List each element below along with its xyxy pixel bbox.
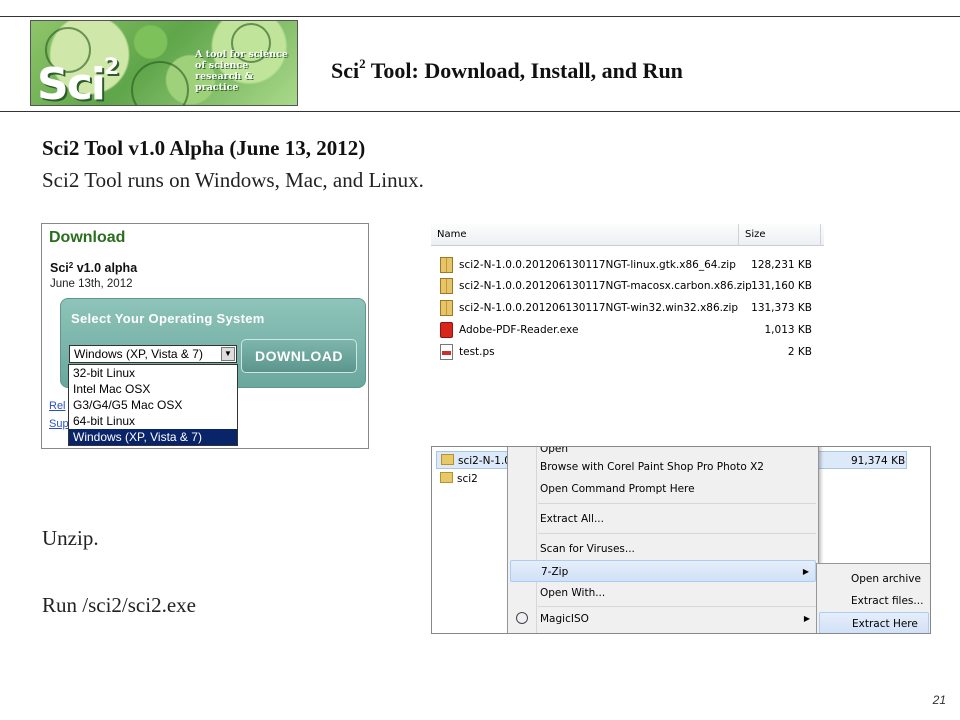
file-row[interactable]: sci2-N-1.0.0.201206130117NGT-linux.gtk.x…: [431, 254, 824, 276]
os-select-value: Windows (XP, Vista & 7): [74, 347, 203, 361]
os-option[interactable]: G3/G4/G5 Mac OSX: [69, 397, 237, 413]
download-panel: Download Sci2 v1.0 alpha June 13th, 2012…: [41, 223, 369, 449]
submenu-arrow-icon: ▶: [802, 567, 809, 576]
menu-item-scan-viruses[interactable]: Scan for Viruses...: [540, 538, 816, 560]
download-button[interactable]: DOWNLOAD: [241, 339, 357, 373]
context-menu-screenshot: sci2-N-1.0 sci2 91,374 KB Open Browse wi…: [431, 446, 931, 634]
sci2-logo: Sci2 A tool for science of science resea…: [30, 20, 298, 106]
menu-item-browse-corel[interactable]: Browse with Corel Paint Shop Pro Photo X…: [540, 456, 816, 478]
context-menu: Open Browse with Corel Paint Shop Pro Ph…: [507, 447, 819, 633]
file-size: 1,013 KB: [764, 324, 813, 336]
menu-separator: [538, 606, 816, 607]
column-header-size[interactable]: Size: [739, 224, 821, 246]
file-name: sci2-N-1.0.0.201206130117NGT-win32.win32…: [459, 302, 739, 314]
menu-item-7zip[interactable]: 7-Zip ▶: [510, 560, 816, 582]
os-option-selected[interactable]: Windows (XP, Vista & 7): [69, 429, 237, 445]
step-run-text: Run /sci2/sci2.exe: [42, 593, 196, 617]
release-date: June 13th, 2012: [50, 278, 133, 290]
folder-icon: [440, 472, 453, 483]
file-name: Adobe-PDF-Reader.exe: [459, 324, 579, 336]
os-option[interactable]: Intel Mac OSX: [69, 381, 237, 397]
zip-icon: [440, 257, 453, 273]
7zip-submenu: Open archive Extract files... Extract He…: [816, 563, 930, 633]
submenu-arrow-icon: ▶: [803, 614, 810, 623]
menu-item-extract-all[interactable]: Extract All...: [540, 508, 816, 530]
column-header-name[interactable]: Name: [431, 224, 739, 246]
file-list-header: Name Size: [431, 224, 824, 246]
file-row[interactable]: sci2-N-1.0.0.201206130117NGT-macosx.carb…: [431, 275, 824, 297]
submenu-item-open-archive[interactable]: Open archive: [819, 568, 929, 590]
os-option[interactable]: 64-bit Linux: [69, 413, 237, 429]
os-option[interactable]: 32-bit Linux: [69, 365, 237, 381]
file-list: Name Size sci2-N-1.0.0.201206130117NGT-l…: [431, 224, 824, 368]
step-unzip-text: Unzip.: [42, 526, 99, 550]
os-options-list: 32-bit Linux Intel Mac OSX G3/G4/G5 Mac …: [68, 364, 238, 446]
selected-file-row[interactable]: sci2-N-1.0: [436, 451, 512, 469]
folder-row[interactable]: sci2: [436, 470, 478, 488]
logo-tagline: A tool for science of science research &…: [195, 49, 288, 93]
zip-icon: [440, 300, 453, 316]
logo-wordmark: Sci2: [37, 55, 119, 106]
ps-file-icon: [440, 344, 453, 360]
file-name: sci2-N-1.0.0.201206130117NGT-linux.gtk.x…: [459, 259, 736, 271]
os-select-dropdown[interactable]: Windows (XP, Vista & 7) ▼: [69, 345, 237, 363]
file-name: test.ps: [459, 346, 495, 358]
version-label: Sci2 v1.0 alpha: [50, 261, 138, 275]
file-size: 2 KB: [787, 346, 812, 358]
logo-ring-decoration: [131, 61, 189, 105]
download-heading: Download: [49, 229, 126, 246]
page-title: Sci2 Tool: Download, Install, and Run: [331, 56, 683, 83]
file-row[interactable]: Adobe-PDF-Reader.exe 1,013 KB: [431, 319, 824, 341]
zip-icon: [440, 278, 453, 294]
file-size-cell: 91,374 KB: [818, 451, 907, 469]
submenu-item-extract-here[interactable]: Extract Here: [819, 612, 929, 633]
file-row[interactable]: sci2-N-1.0.0.201206130117NGT-win32.win32…: [431, 297, 824, 319]
pdf-icon: [440, 322, 453, 338]
header-bottom-rule: [0, 111, 960, 112]
chevron-down-icon[interactable]: ▼: [221, 347, 235, 361]
file-name: sci2-N-1.0.0.201206130117NGT-macosx.carb…: [459, 280, 752, 292]
file-size: 128,231 KB: [751, 259, 812, 271]
file-size: 131,373 KB: [751, 302, 812, 314]
menu-separator: [538, 533, 816, 534]
os-select-label: Select Your Operating System: [71, 311, 265, 326]
menu-gutter: [536, 447, 537, 633]
platform-text: Sci2 Tool runs on Windows, Mac, and Linu…: [42, 168, 424, 192]
zip-folder-icon: [441, 454, 454, 465]
file-size: 131,160 KB: [751, 280, 812, 292]
version-heading: Sci2 Tool v1.0 Alpha (June 13, 2012): [42, 136, 366, 160]
menu-item-open-command-prompt[interactable]: Open Command Prompt Here: [540, 478, 816, 500]
page-number: 21: [932, 693, 946, 707]
release-notes-link[interactable]: Rel: [49, 400, 66, 412]
submenu-item-extract-files[interactable]: Extract files...: [819, 590, 929, 612]
menu-item-open-with[interactable]: Open With...: [540, 582, 816, 604]
menu-item-magiciso[interactable]: MagicISO ▶: [540, 608, 816, 630]
file-row[interactable]: test.ps 2 KB: [431, 341, 824, 363]
header-top-rule: [0, 16, 960, 17]
support-link[interactable]: Sup: [49, 418, 69, 430]
menu-separator: [538, 503, 816, 504]
magiciso-icon: [516, 612, 528, 624]
